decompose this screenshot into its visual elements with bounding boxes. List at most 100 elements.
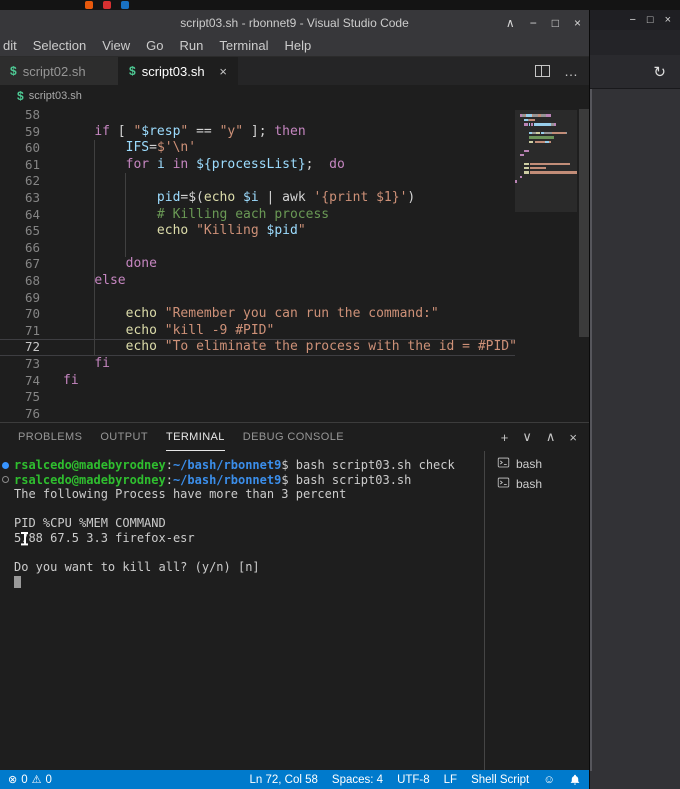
close-icon[interactable]: × bbox=[574, 16, 581, 30]
code-text: echo "kill -9 #PID" bbox=[125, 322, 275, 338]
minimap-slider[interactable] bbox=[515, 110, 577, 212]
status-lf[interactable]: LF bbox=[444, 774, 457, 786]
problems-status[interactable]: ⊗ 0 ⚠ 0 bbox=[8, 773, 52, 787]
code-line-61[interactable]: 61 for i in ${processList}; do bbox=[0, 157, 515, 174]
code-line-68[interactable]: 68 else bbox=[0, 273, 515, 290]
menu-go[interactable]: Go bbox=[138, 38, 171, 53]
code-line-62[interactable]: 62 bbox=[0, 173, 515, 190]
code-line-69[interactable]: 69 bbox=[0, 290, 515, 307]
maximize-icon[interactable]: □ bbox=[647, 14, 654, 26]
terminal-list-item[interactable]: bash bbox=[485, 454, 589, 474]
terminal-line: Do you want to kill all? (y/n) [n] bbox=[14, 560, 484, 575]
red-app-icon[interactable] bbox=[103, 1, 111, 9]
terminal-list: bash bash bbox=[485, 451, 589, 770]
terminal-text: 5788 67.5 3.3 firefox-esr bbox=[14, 530, 195, 545]
code-line-63[interactable]: 63 pid=$(echo $i | awk '{print $1}') bbox=[0, 190, 515, 207]
code-text: # Killing each process bbox=[156, 206, 330, 222]
menu-terminal[interactable]: Terminal bbox=[211, 38, 276, 53]
terminal[interactable]: rsalcedo@madebyrodney:~/bash/rbonnet9$ b… bbox=[0, 451, 484, 770]
indent-guide bbox=[94, 140, 95, 356]
panel-actions: + ∨ ∧ × bbox=[501, 423, 577, 451]
line-number: 62 bbox=[24, 173, 40, 189]
code-line-64[interactable]: 64 # Killing each process bbox=[0, 207, 515, 224]
new-terminal-icon[interactable]: + bbox=[501, 430, 509, 445]
panel-tab-problems[interactable]: PROBLEMS bbox=[18, 423, 82, 451]
breadcrumb[interactable]: $ script03.sh bbox=[0, 85, 589, 107]
status-shell-script[interactable]: Shell Script bbox=[471, 774, 529, 786]
vscode-window: script03.sh - rbonnet9 - Visual Studio C… bbox=[0, 10, 590, 789]
panel-tab-output[interactable]: OUTPUT bbox=[100, 423, 148, 451]
firefox-icon[interactable] bbox=[85, 1, 93, 9]
window-title: script03.sh - rbonnet9 - Visual Studio C… bbox=[180, 15, 409, 30]
status-ln-72-col-58[interactable]: Ln 72, Col 58 bbox=[249, 774, 317, 786]
reload-icon[interactable]: ↻ bbox=[653, 63, 666, 81]
code-line-72[interactable]: 72 echo "To eliminate the process with t… bbox=[0, 339, 517, 356]
code-line-74[interactable]: 74 fi bbox=[0, 373, 515, 390]
line-number: 68 bbox=[24, 272, 40, 288]
close-panel-icon[interactable]: × bbox=[569, 430, 577, 445]
minimize-icon[interactable]: − bbox=[629, 14, 635, 26]
code-line-76[interactable]: 76 bbox=[0, 406, 515, 422]
terminal-cursor bbox=[14, 575, 21, 588]
blue-app-icon[interactable] bbox=[121, 1, 129, 9]
more-actions-icon[interactable]: … bbox=[564, 63, 579, 79]
menu-help[interactable]: Help bbox=[277, 38, 320, 53]
chevron-up-icon[interactable]: ∧ bbox=[506, 16, 515, 30]
close-icon[interactable]: × bbox=[665, 14, 671, 26]
notifications-bell-icon[interactable] bbox=[569, 774, 581, 786]
panel-tab-terminal[interactable]: TERMINAL bbox=[165, 423, 225, 451]
background-window-controls: − □ × bbox=[590, 10, 680, 30]
tab-script02.sh[interactable]: $ script02.sh bbox=[0, 57, 119, 85]
line-number: 63 bbox=[24, 189, 40, 205]
error-count: 0 bbox=[21, 773, 28, 786]
code-line-67[interactable]: 67 done bbox=[0, 256, 515, 273]
code-line-70[interactable]: 70 echo "Remember you can run the comman… bbox=[0, 306, 515, 323]
panel-body: rsalcedo@madebyrodney:~/bash/rbonnet9$ b… bbox=[0, 451, 589, 770]
terminal-line: The following Process have more than 3 p… bbox=[14, 487, 484, 502]
menu-view[interactable]: View bbox=[94, 38, 138, 53]
command-decoration-icon[interactable] bbox=[2, 461, 9, 469]
panel-header: PROBLEMS OUTPUT TERMINAL DEBUG CONSOLE + ∨ ∧ × bbox=[0, 422, 589, 451]
chevron-down-icon[interactable]: ∨ bbox=[522, 429, 532, 445]
menu-run[interactable]: Run bbox=[172, 38, 212, 53]
maximize-icon[interactable]: □ bbox=[552, 16, 559, 30]
tab-script03.sh[interactable]: $ script03.sh × bbox=[119, 57, 238, 85]
code-line-73[interactable]: 73 fi bbox=[0, 356, 515, 373]
line-number: 76 bbox=[24, 405, 40, 421]
chevron-up-icon[interactable]: ∧ bbox=[546, 429, 556, 445]
minimize-icon[interactable]: − bbox=[530, 16, 537, 30]
code-text: echo "Killing $pid" bbox=[156, 223, 306, 239]
minimap[interactable] bbox=[515, 110, 577, 419]
split-editor-icon[interactable] bbox=[535, 65, 550, 77]
code-line-65[interactable]: 65 echo "Killing $pid" bbox=[0, 223, 515, 240]
panel-tab-debug-console[interactable]: DEBUG CONSOLE bbox=[243, 423, 344, 451]
code-line-75[interactable]: 75 bbox=[0, 389, 515, 406]
feedback-icon[interactable]: ☺ bbox=[543, 774, 555, 786]
code-line-58[interactable]: 58 bbox=[0, 107, 515, 124]
code-line-71[interactable]: 71 echo "kill -9 #PID" bbox=[0, 323, 515, 340]
menu-selection[interactable]: Selection bbox=[25, 38, 94, 53]
command-decoration-icon[interactable] bbox=[2, 476, 9, 484]
terminal-line: rsalcedo@madebyrodney:~/bash/rbonnet9$ b… bbox=[2, 458, 484, 473]
code-text: fi bbox=[63, 372, 79, 388]
code-line-60[interactable]: 60 IFS=$'\n' bbox=[0, 140, 515, 157]
code-line-66[interactable]: 66 bbox=[0, 240, 515, 257]
status-utf-8[interactable]: UTF-8 bbox=[397, 774, 430, 786]
line-number: 60 bbox=[24, 140, 40, 156]
titlebar[interactable]: script03.sh - rbonnet9 - Visual Studio C… bbox=[0, 10, 589, 35]
shell-file-icon: $ bbox=[129, 64, 136, 78]
status-spaces-4[interactable]: Spaces: 4 bbox=[332, 774, 383, 786]
editor[interactable]: 58 59 if [ "$resp" == "y" ]; then 60 IFS=$… bbox=[0, 107, 589, 422]
terminal-text: Do you want to kill all? (y/n) [n] bbox=[14, 560, 260, 575]
close-tab-icon[interactable]: × bbox=[219, 64, 227, 79]
terminal-list-item[interactable]: bash bbox=[485, 474, 589, 494]
line-number: 74 bbox=[24, 372, 40, 388]
code-line-59[interactable]: 59 if [ "$resp" == "y" ]; then bbox=[0, 124, 515, 141]
menu-dit[interactable]: dit bbox=[0, 38, 25, 53]
error-icon: ⊗ bbox=[8, 774, 18, 786]
editor-scrollbar[interactable] bbox=[579, 109, 589, 337]
